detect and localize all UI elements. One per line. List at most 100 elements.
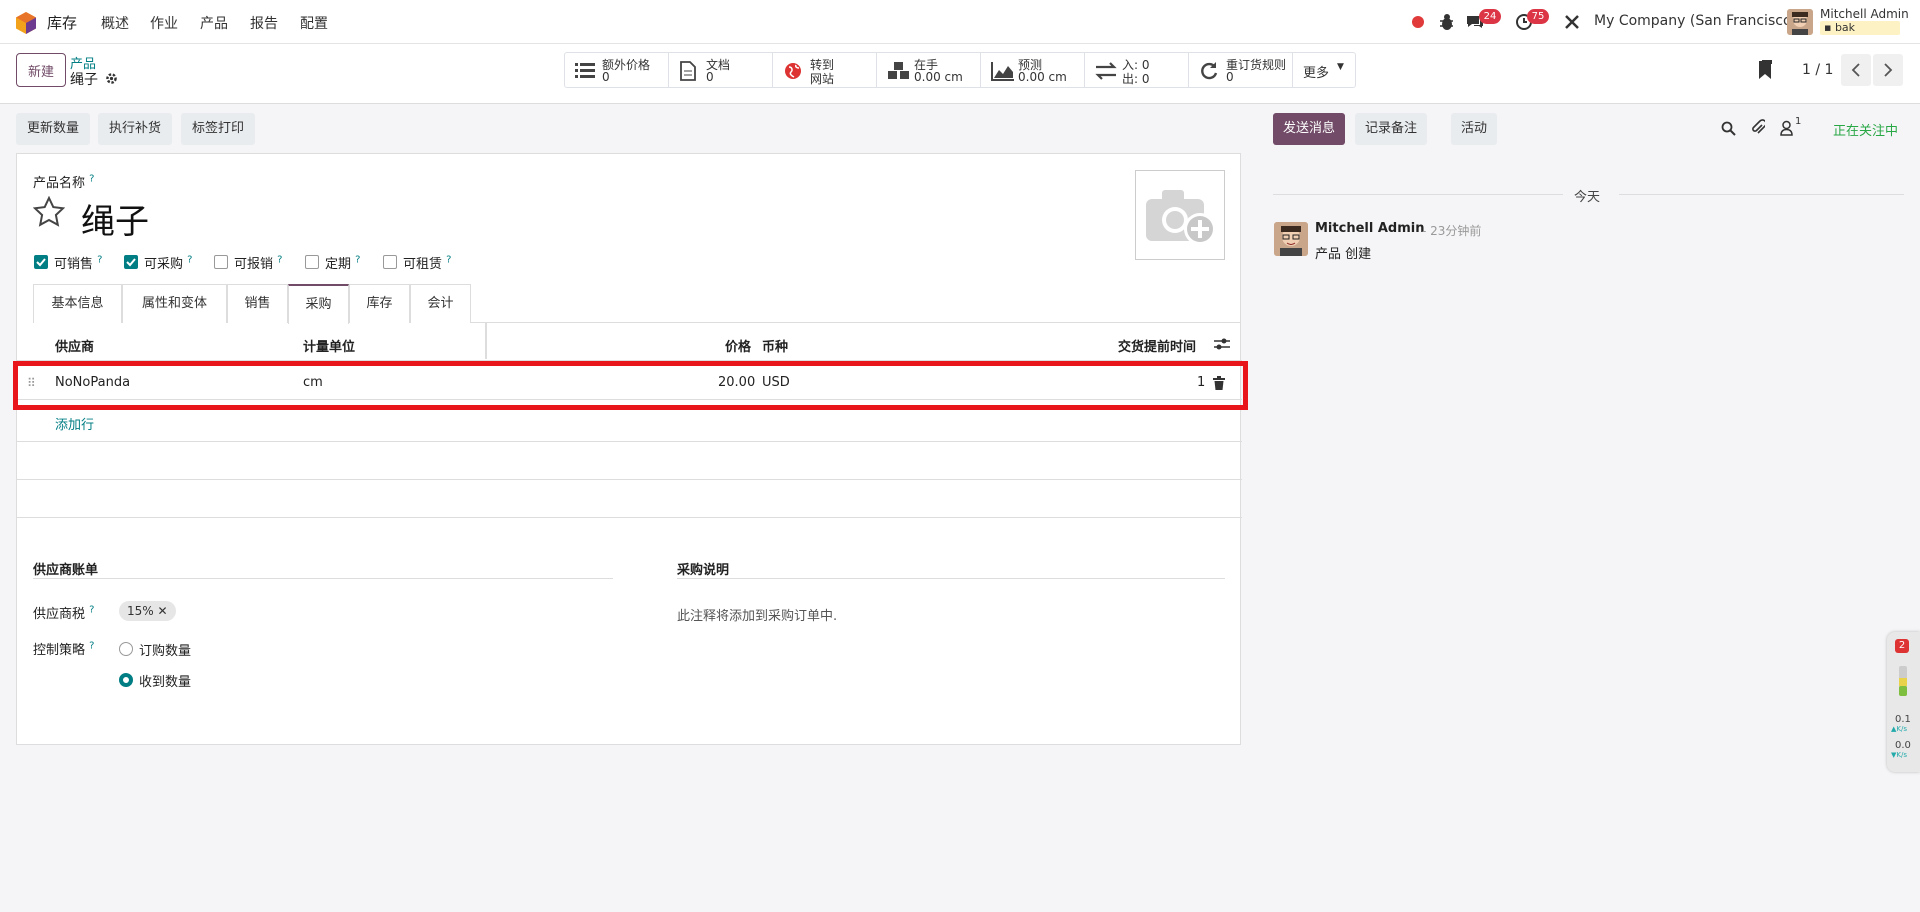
smart-button-reordering-rules[interactable]: 重订货规则 0	[1189, 53, 1293, 87]
product-name-field[interactable]: 绳子	[81, 194, 149, 243]
smart-button-website[interactable]: 转到 网站	[773, 53, 877, 87]
date-divider	[1619, 194, 1904, 195]
tab-sales[interactable]: 销售	[227, 284, 288, 323]
policy-ordered-label[interactable]: 订购数量	[139, 640, 191, 659]
purchase-description-field[interactable]: 此注释将添加到采购订单中.	[677, 605, 837, 624]
table-divider	[17, 441, 1242, 442]
replenish-button[interactable]: 执行补货	[98, 113, 173, 145]
followers-count[interactable]: 1	[1795, 116, 1801, 127]
add-line-link[interactable]: 添加行	[55, 414, 94, 433]
policy-received-radio[interactable]	[119, 673, 133, 687]
help-icon[interactable]: ?	[97, 255, 102, 266]
pager-value[interactable]: 1 / 1	[1802, 62, 1833, 78]
tools-icon[interactable]	[1562, 12, 1582, 32]
new-button[interactable]: 新建	[16, 53, 66, 87]
bug-icon[interactable]	[1437, 12, 1457, 32]
database-icon: ▪	[1824, 21, 1835, 34]
vendor-tax-tag[interactable]: 15% ✕	[119, 601, 176, 621]
column-header-lead-time[interactable]: 交货提前时间	[1118, 336, 1196, 355]
can-be-purchased-checkbox[interactable]	[124, 255, 138, 269]
search-icon[interactable]	[1721, 121, 1736, 136]
update-quantity-button[interactable]: 更新数量	[16, 113, 91, 145]
menu-products[interactable]: 产品	[200, 13, 228, 33]
smart-button-documents[interactable]: 文档 0	[669, 53, 773, 87]
bookmark-icon[interactable]	[1758, 60, 1772, 80]
smart-button-forecast[interactable]: 预测 0.00 cm	[981, 53, 1085, 87]
more-dropdown[interactable]: 更多 ▼	[1293, 53, 1355, 87]
followers-icon[interactable]	[1780, 120, 1793, 136]
company-switcher[interactable]: My Company (San Francisco)	[1594, 13, 1797, 29]
section-divider	[677, 578, 1225, 579]
message-body: 产品 创建	[1315, 247, 1372, 262]
database-badge: ▪ bak	[1820, 21, 1900, 35]
control-policy-text: 控制策略	[33, 643, 86, 658]
column-resize-handle[interactable]	[485, 323, 487, 359]
policy-received-label[interactable]: 收到数量	[139, 671, 191, 690]
activities-button[interactable]: 活动	[1451, 113, 1498, 145]
can-be-rented-checkbox[interactable]	[383, 255, 397, 269]
recording-indicator-icon[interactable]	[1412, 16, 1424, 28]
pager-previous-button[interactable]	[1841, 54, 1871, 86]
menu-operations[interactable]: 作业	[150, 13, 178, 33]
can-be-rented-text: 可租赁	[403, 257, 443, 272]
policy-ordered-radio[interactable]	[119, 642, 133, 656]
menu-reporting[interactable]: 报告	[250, 13, 278, 33]
message-author[interactable]: Mitchell Admin	[1315, 221, 1424, 236]
smart-button-in-out[interactable]: 入: 0 出: 0	[1085, 53, 1189, 87]
paperclip-icon[interactable]	[1751, 119, 1765, 136]
app-name[interactable]: 库存	[47, 12, 77, 33]
recurring-checkbox[interactable]	[305, 255, 319, 269]
smart-label: 重订货规则	[1226, 58, 1287, 72]
message-author-avatar[interactable]	[1274, 222, 1308, 256]
user-avatar[interactable]	[1787, 9, 1813, 35]
form-sheet: 产品名称 ? 绳子 可销售 ? 可采购 ? 可报销 ? 定期 ? 可租赁 ? 基…	[16, 153, 1242, 745]
cubes-icon	[888, 62, 909, 79]
menu-configuration[interactable]: 配置	[300, 13, 328, 33]
help-icon[interactable]: ?	[89, 605, 94, 616]
column-header-vendor[interactable]: 供应商	[55, 336, 94, 355]
can-be-rented-label: 可租赁 ?	[403, 253, 451, 272]
can-be-expensed-checkbox[interactable]	[214, 255, 228, 269]
following-status[interactable]: 正在关注中	[1833, 120, 1898, 139]
caret-down-icon: ▼	[1337, 62, 1344, 72]
tab-inventory[interactable]: 库存	[349, 284, 410, 323]
gear-icon[interactable]	[105, 72, 118, 85]
favorite-star-icon[interactable]	[33, 196, 65, 228]
recurring-text: 定期	[325, 257, 352, 272]
smart-buttons: 额外价格 0 文档 0 转到 网站 在手 0.00 cm 预测 0.00 cm …	[564, 52, 1356, 88]
help-icon[interactable]: ?	[355, 255, 360, 266]
column-header-currency[interactable]: 币种	[762, 336, 788, 355]
product-image-upload[interactable]	[1135, 170, 1225, 260]
database-name: bak	[1834, 21, 1856, 34]
print-labels-button[interactable]: 标签打印	[181, 113, 256, 145]
app-logo-icon[interactable]	[16, 12, 36, 34]
send-message-button[interactable]: 发送消息	[1273, 113, 1346, 145]
can-be-sold-checkbox[interactable]	[34, 255, 48, 269]
smart-button-extra-prices[interactable]: 额外价格 0	[565, 53, 669, 87]
column-header-uom[interactable]: 计量单位	[303, 336, 355, 355]
user-name[interactable]: Mitchell Admin	[1820, 7, 1909, 21]
tab-general-info[interactable]: 基本信息	[33, 284, 122, 323]
help-icon[interactable]: ?	[277, 255, 282, 266]
column-settings-icon[interactable]	[1214, 337, 1230, 351]
log-note-button[interactable]: 记录备注	[1355, 113, 1428, 145]
pager-next-button[interactable]	[1873, 54, 1903, 86]
can-be-purchased-text: 可采购	[144, 257, 184, 272]
help-icon[interactable]: ?	[446, 255, 451, 266]
help-icon[interactable]: ?	[89, 174, 94, 185]
table-divider	[17, 517, 1242, 518]
highlight-box	[13, 361, 1248, 410]
tab-attributes-variants[interactable]: 属性和变体	[122, 284, 227, 323]
smart-value: 0	[1226, 70, 1234, 84]
tab-purchase[interactable]: 采购	[288, 284, 349, 324]
remove-tag-icon[interactable]: ✕	[158, 604, 168, 618]
menu-overview[interactable]: 概述	[101, 13, 129, 33]
tab-accounting[interactable]: 会计	[410, 284, 471, 323]
help-icon[interactable]: ?	[187, 255, 192, 266]
messages-badge: 24	[1479, 9, 1501, 24]
recurring-label: 定期 ?	[325, 253, 360, 272]
help-icon[interactable]: ?	[89, 641, 94, 652]
column-header-price[interactable]: 价格	[725, 336, 751, 355]
smart-button-on-hand[interactable]: 在手 0.00 cm	[877, 53, 981, 87]
network-monitor-widget[interactable]: 2 0.1 ▲K/s 0.0 ▼K/s	[1887, 632, 1920, 772]
